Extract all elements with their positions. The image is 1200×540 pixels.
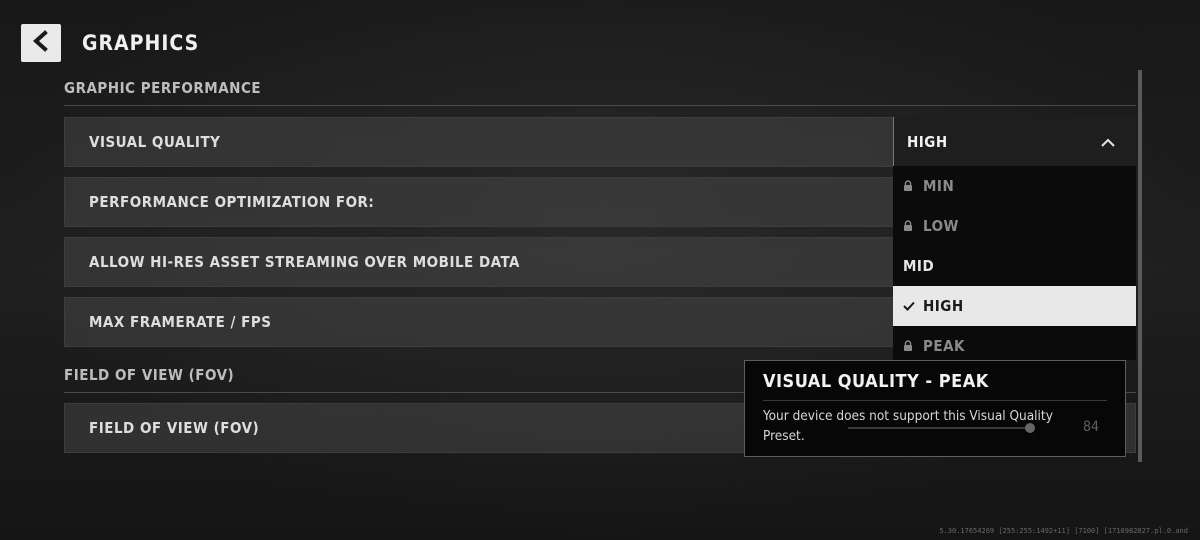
graphics-settings-screen: GRAPHICS GRAPHIC PERFORMANCE VISUAL QUAL… bbox=[0, 0, 1200, 540]
tooltip-body: Your device does not support this Visual… bbox=[763, 408, 1053, 444]
option-label: HIGH bbox=[923, 297, 964, 315]
page-title: GRAPHICS bbox=[82, 31, 200, 55]
visual-quality-select[interactable]: HIGH bbox=[893, 117, 1136, 166]
select-value: HIGH bbox=[907, 132, 948, 151]
option-low[interactable]: LOW bbox=[893, 206, 1136, 246]
option-label: LOW bbox=[923, 217, 959, 235]
fov-slider-track[interactable] bbox=[848, 427, 1028, 429]
lock-icon bbox=[903, 220, 923, 232]
lock-icon bbox=[903, 180, 923, 192]
tooltip-title: VISUAL QUALITY - PEAK bbox=[763, 371, 1107, 401]
setting-label: MAX FRAMERATE / FPS bbox=[89, 313, 272, 331]
lock-icon bbox=[903, 340, 923, 352]
back-button[interactable] bbox=[21, 24, 61, 62]
option-min[interactable]: MIN bbox=[893, 166, 1136, 206]
setting-label: PERFORMANCE OPTIMIZATION FOR: bbox=[89, 193, 375, 211]
fov-value: 84 bbox=[1083, 419, 1100, 435]
setting-label: ALLOW HI-RES ASSET STREAMING OVER MOBILE… bbox=[89, 253, 519, 271]
checkmark-icon bbox=[903, 301, 923, 311]
option-label: MID bbox=[903, 257, 935, 275]
setting-label: VISUAL QUALITY bbox=[89, 133, 221, 151]
section-header-graphic-performance: GRAPHIC PERFORMANCE bbox=[64, 79, 1136, 106]
option-label: MIN bbox=[923, 177, 955, 195]
tooltip: VISUAL QUALITY - PEAK Your device does n… bbox=[744, 360, 1126, 457]
scrollbar[interactable] bbox=[1138, 70, 1142, 462]
setting-label: FIELD OF VIEW (FOV) bbox=[89, 419, 260, 437]
build-info: 5.30.17654269 [255:255:1492+11] [7100] [… bbox=[939, 527, 1188, 535]
option-label: PEAK bbox=[923, 337, 966, 355]
chevron-left-icon bbox=[31, 30, 51, 56]
visual-quality-dropdown: MIN LOW MID HIGH PEAK bbox=[893, 166, 1136, 360]
option-mid[interactable]: MID bbox=[893, 246, 1136, 286]
fov-slider-thumb[interactable] bbox=[1025, 423, 1035, 433]
option-high[interactable]: HIGH bbox=[893, 286, 1136, 326]
chevron-up-icon bbox=[1100, 133, 1116, 152]
